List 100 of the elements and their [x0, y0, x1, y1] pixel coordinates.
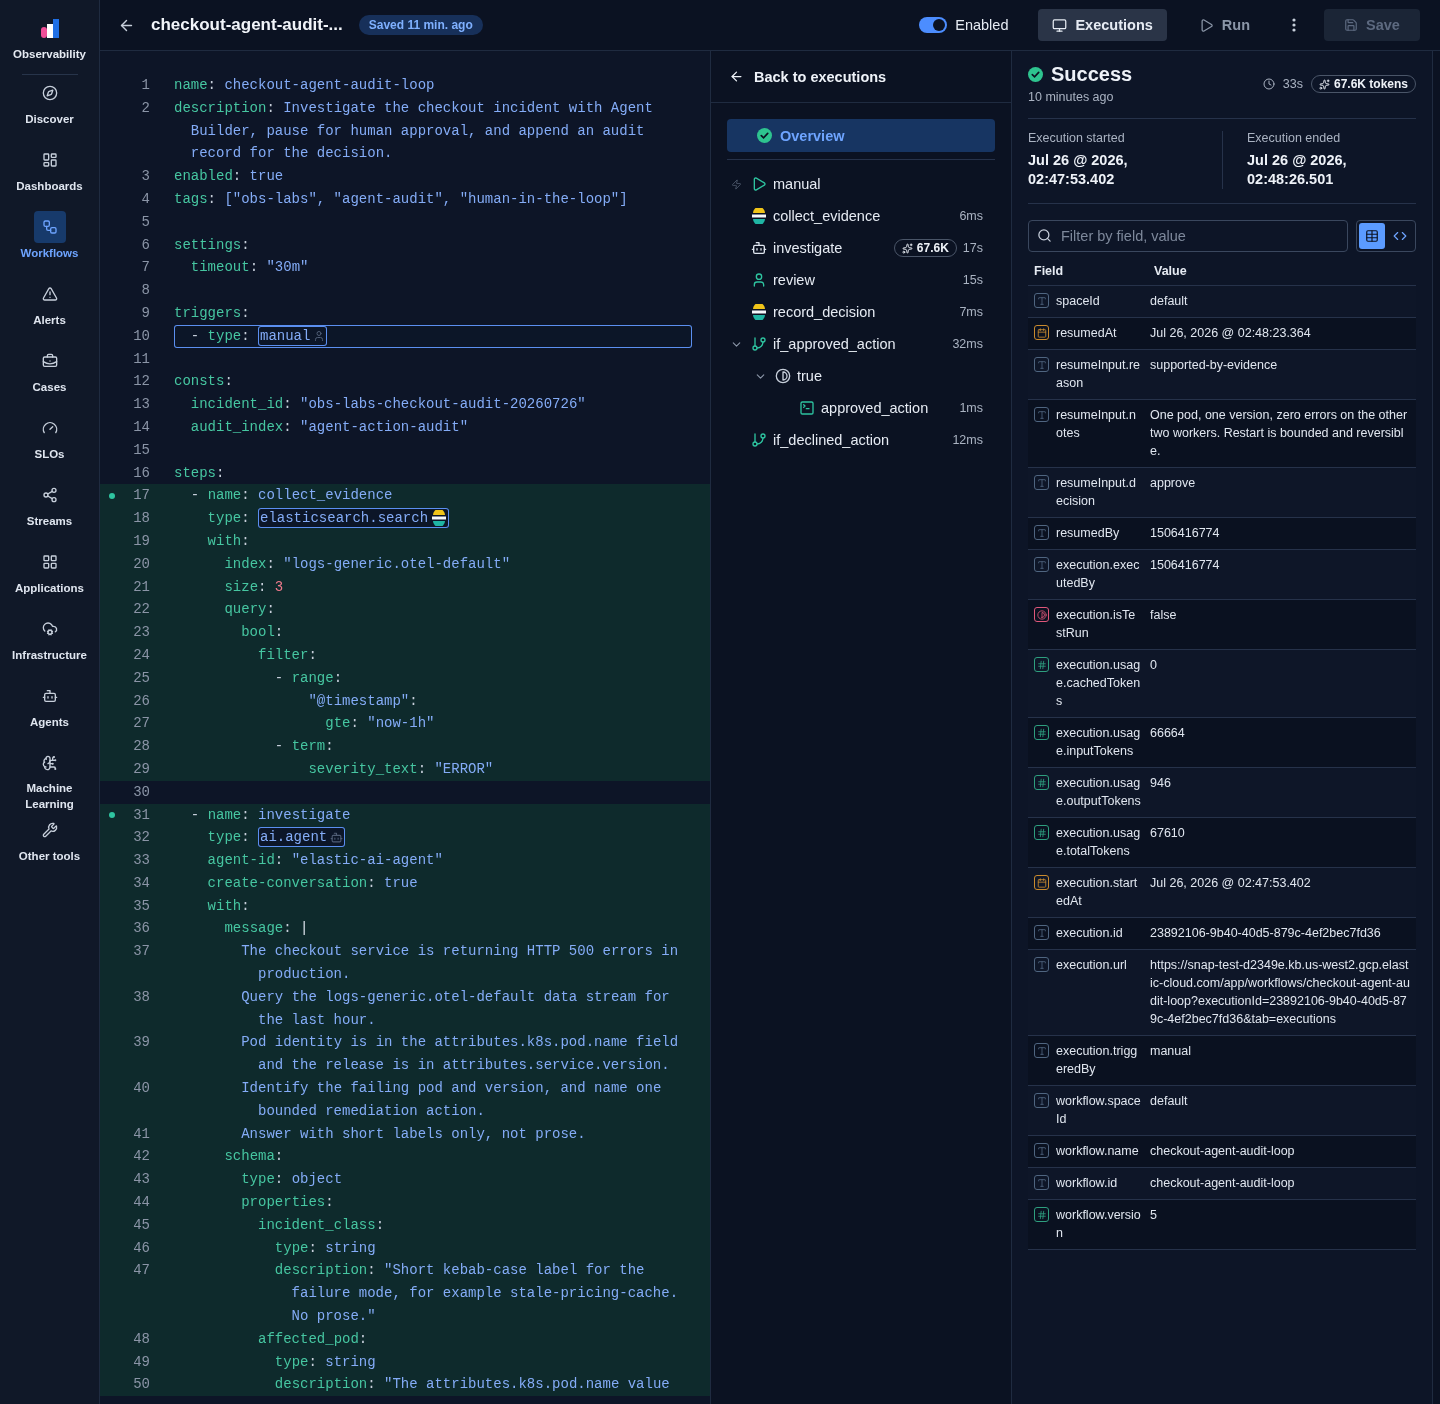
filter-field[interactable]: Filter by field, value [1028, 220, 1348, 252]
line-number: 46 [132, 1238, 150, 1258]
nav-item[interactable]: Machine Learning [1, 745, 98, 812]
code-line: index: "logs-generic.otel-default" [223, 554, 512, 574]
text-type-icon [1034, 357, 1049, 372]
field-value: 1506416774 [1150, 525, 1221, 542]
table-view-button[interactable] [1359, 223, 1385, 249]
step-name[interactable]: investigate [773, 240, 843, 256]
stack-icon [751, 304, 767, 320]
line-number: 23 [132, 623, 150, 643]
step-name[interactable]: review [773, 272, 815, 288]
back-to-executions-link[interactable]: Back to executions [711, 51, 1011, 103]
workflow-title: checkout-agent-audit-... [151, 15, 343, 35]
code-line: type: [206, 829, 250, 846]
nav-item[interactable]: SLOs [1, 410, 98, 477]
run-duration: 33s [1282, 77, 1303, 91]
code-line: tags: ["obs-labs", "agent-audit", "human-in-the-loop"] [174, 190, 629, 209]
line-number: 36 [132, 919, 150, 939]
nav-item[interactable]: Workflows [1, 209, 98, 276]
step-type-chip[interactable]: manual [258, 325, 328, 346]
nav-item[interactable]: Cases [1, 343, 98, 410]
code-line: Query the logs-generic.otel-default data stream for the last hour. [240, 987, 671, 1030]
code-line: incident_id: "obs-labs-checkout-audit-20260726" [189, 395, 587, 415]
code-line: incident_class: [257, 1215, 386, 1235]
field-name: execution.usage.totalTokens [1056, 825, 1142, 860]
code-line: - term: [273, 737, 335, 757]
line-number: 22 [132, 600, 150, 620]
field-name: workflow.version [1056, 1207, 1142, 1242]
code-line: description: "The attributes.k8s.pod.name value [273, 1375, 671, 1395]
nav-item[interactable]: Alerts [1, 276, 98, 343]
text-type-icon [1034, 557, 1049, 572]
line-number: 32 [132, 828, 150, 848]
step-type-chip[interactable]: ai.agent [258, 827, 346, 848]
step-name[interactable]: if_approved_action [773, 336, 896, 352]
step-name[interactable]: record_decision [773, 304, 876, 320]
line-number: 10 [132, 326, 150, 346]
code-line: description: "Short kebab-case label for the failure mode, for example stale-pricing-cache. No prose." [273, 1261, 680, 1327]
nav-item[interactable]: Streams [1, 477, 98, 544]
text-type-icon [1034, 925, 1049, 940]
save-icon [1344, 18, 1359, 32]
step-name[interactable]: collect_evidence [773, 208, 881, 224]
line-number: 1 [140, 76, 150, 95]
contrast-icon [775, 368, 791, 384]
code-line: - name: collect_evidence [189, 486, 394, 506]
code-line: enabled: true [174, 167, 285, 187]
field-name: execution.usage.inputTokens [1056, 725, 1142, 760]
line-number: 21 [132, 577, 150, 597]
nav-item[interactable]: Other tools [1, 812, 98, 879]
line-number: 43 [132, 1170, 150, 1190]
field-value: 23892106-9b40-40d5-879c-4ef2bec7fd36 [1150, 925, 1382, 942]
code-line: properties: [240, 1193, 335, 1213]
hash-icon [1034, 825, 1049, 840]
field-name: resumeInput.notes [1056, 407, 1137, 442]
field-value: 0 [1150, 657, 1158, 674]
clock-icon [1262, 78, 1275, 90]
step-name[interactable]: approved_action [821, 400, 929, 416]
line-number: 19 [132, 531, 150, 551]
app-title: Observability [13, 48, 86, 60]
field-value: checkout-agent-audit-loop [1150, 1143, 1296, 1160]
hash-icon [1034, 657, 1049, 672]
run-button[interactable]: Run [1184, 9, 1264, 41]
saved-badge: Saved 11 min. ago [358, 15, 483, 35]
code-line: - name: investigate [189, 805, 352, 825]
step-name[interactable]: if_declined_action [773, 432, 890, 448]
line-number: 6 [140, 235, 150, 255]
code-line: - range: [273, 668, 344, 688]
text-type-icon [1034, 407, 1049, 422]
nav-item[interactable]: Discover [1, 75, 98, 142]
code-line: type: object [240, 1170, 344, 1190]
field-name: execution.startedAt [1056, 875, 1139, 910]
line-number: 50 [132, 1375, 150, 1395]
time-label: Execution ended [1247, 131, 1342, 145]
code-line: affected_pod: [257, 1329, 369, 1349]
field-name: workflow.name [1056, 1143, 1140, 1160]
executions-button[interactable]: Executions [1038, 9, 1167, 41]
step-name[interactable]: manual [773, 176, 821, 192]
calendar-icon [1034, 875, 1049, 890]
step-name[interactable]: true [797, 368, 822, 384]
nav-item[interactable]: Infrastructure [1, 611, 98, 678]
text-type-icon [1034, 1143, 1049, 1158]
field-name: execution.isTestRun [1056, 607, 1137, 642]
code-line: size: 3 [223, 577, 285, 597]
overview-item[interactable]: Overview [727, 119, 995, 152]
field-name: resumeInput.reason [1056, 357, 1142, 392]
enabled-toggle[interactable]: Enabled [913, 16, 1015, 34]
line-number: 30 [132, 782, 150, 802]
step-type-chip[interactable]: elasticsearch.search [258, 508, 450, 529]
code-line: consts: [174, 372, 234, 392]
nav-item[interactable]: Agents [1, 678, 98, 745]
line-number: 5 [140, 212, 150, 232]
nav-item[interactable]: Applications [1, 544, 98, 611]
code-icon [1393, 229, 1407, 243]
code-line: bool: [240, 623, 285, 643]
line-number: 44 [132, 1193, 150, 1213]
wrench-icon [41, 822, 58, 838]
app-logo [38, 18, 61, 40]
code-line: steps: [174, 463, 226, 483]
nav-item[interactable]: Dashboards [1, 142, 98, 209]
line-number: 33 [132, 851, 150, 871]
line-number: 9 [140, 303, 150, 323]
